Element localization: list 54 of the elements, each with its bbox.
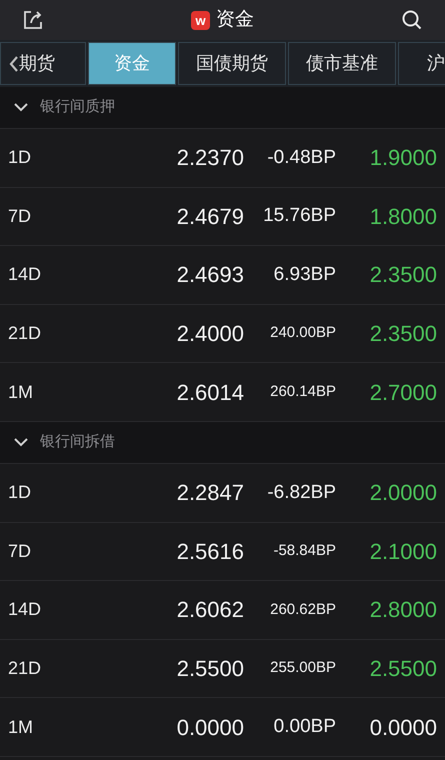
last-value: 2.0000 bbox=[368, 479, 437, 508]
term-label: 1M bbox=[8, 716, 34, 739]
tab[interactable]: 期货 bbox=[0, 42, 86, 85]
term-label: 1D bbox=[8, 146, 32, 170]
rate-value: 2.6014 bbox=[176, 378, 244, 407]
last-value: 2.7000 bbox=[368, 378, 437, 407]
rate-value: 2.6062 bbox=[176, 596, 244, 624]
last-value: 2.3500 bbox=[368, 261, 437, 290]
rate-value: 2.5616 bbox=[176, 538, 244, 566]
change-value: -58.84BP bbox=[272, 541, 336, 562]
change-value: 260.62BP bbox=[269, 600, 336, 620]
last-value: 0.0000 bbox=[368, 714, 437, 742]
last-value: 2.8000 bbox=[368, 596, 437, 624]
tab[interactable]: 债市基准 bbox=[288, 42, 396, 85]
tab[interactable]: 沪 bbox=[398, 42, 445, 85]
change-value: -0.48BP bbox=[266, 146, 336, 170]
share-icon[interactable] bbox=[22, 9, 44, 31]
last-value: 1.8000 bbox=[368, 202, 437, 231]
rate-value: 2.4679 bbox=[176, 202, 244, 231]
section-title: 银行间质押 bbox=[40, 97, 115, 118]
term-label: 14D bbox=[8, 263, 42, 286]
term-label: 7D bbox=[8, 204, 32, 228]
change-value: 240.00BP bbox=[269, 323, 336, 344]
term-label: 14D bbox=[8, 598, 42, 622]
last-value: 1.9000 bbox=[368, 144, 437, 172]
search-icon[interactable] bbox=[401, 9, 423, 31]
last-value: 2.5500 bbox=[368, 655, 437, 684]
term-label: 21D bbox=[8, 322, 42, 346]
change-value: 6.93BP bbox=[272, 262, 336, 287]
rate-value: 2.2847 bbox=[176, 479, 244, 508]
tab[interactable]: 国债期货 bbox=[178, 42, 286, 85]
rate-value: 2.4693 bbox=[176, 261, 244, 290]
page-title: 资金 bbox=[216, 8, 254, 32]
change-value: -6.82BP bbox=[266, 480, 336, 505]
last-value: 2.1000 bbox=[368, 538, 437, 566]
change-value: 15.76BP bbox=[262, 204, 336, 228]
app-logo-icon: w bbox=[191, 10, 210, 30]
chevron-down-icon bbox=[14, 103, 28, 112]
change-value: 0.00BP bbox=[272, 714, 336, 739]
section-title: 银行间拆借 bbox=[40, 432, 115, 452]
chevron-down-icon bbox=[14, 438, 28, 447]
section-header[interactable]: 银行间质押 bbox=[0, 87, 445, 129]
section-header[interactable]: 银行间拆借 bbox=[0, 422, 445, 464]
term-label: 1D bbox=[8, 481, 32, 504]
rate-value: 2.5500 bbox=[176, 655, 244, 684]
rate-value: 2.2370 bbox=[176, 144, 244, 172]
change-value: 255.00BP bbox=[269, 658, 336, 678]
rate-value: 0.0000 bbox=[176, 714, 244, 742]
term-label: 7D bbox=[8, 540, 32, 563]
rate-value: 2.4000 bbox=[176, 320, 244, 348]
change-value: 260.14BP bbox=[269, 382, 336, 402]
last-value: 2.3500 bbox=[368, 320, 437, 348]
term-label: 21D bbox=[8, 657, 42, 680]
term-label: 1M bbox=[8, 380, 34, 404]
